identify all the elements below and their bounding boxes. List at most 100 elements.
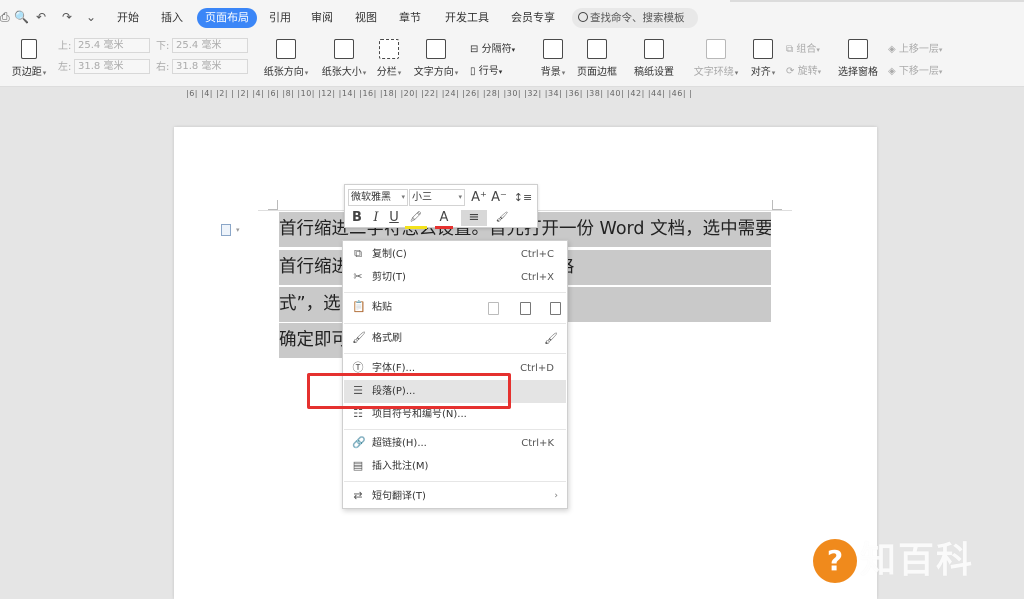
line-numbers-icon: ▯ [470, 66, 476, 77]
menu-item-copy[interactable]: ⧉ 复制(C) Ctrl+C [344, 243, 566, 266]
margin-left-input[interactable]: 31.8 毫米 [74, 59, 150, 74]
group-button[interactable]: ⧉ 组合▾ [786, 40, 820, 55]
grow-font-icon[interactable]: A⁺ [471, 190, 487, 206]
margin-bottom-field[interactable]: 下: 25.4 毫米 [156, 38, 248, 54]
send-backward-button[interactable]: ◈ 下移一层▾ [888, 62, 942, 77]
bring-forward-icon: ◈ [888, 44, 896, 55]
print-preview-icon[interactable]: 🔍 [14, 9, 29, 25]
bold-icon[interactable]: B [349, 210, 365, 226]
redo-icon[interactable]: ↷ [62, 9, 72, 25]
italic-icon[interactable]: I [369, 210, 383, 226]
breaks-icon: ⊟ [470, 44, 479, 55]
document-text-line[interactable]: 确定即可 [279, 323, 343, 358]
tab-home[interactable]: 开始 [112, 8, 144, 28]
font-family-select[interactable]: 微软雅黑 ▾ [348, 189, 408, 206]
underline-icon[interactable]: U [387, 210, 401, 226]
menu-item-label: 粘贴 [372, 302, 392, 313]
orientation-button[interactable]: 纸张方向▾ [259, 39, 313, 78]
tab-page-layout[interactable]: 页面布局 [197, 8, 257, 28]
bring-forward-label: 上移一层 [898, 44, 939, 55]
margin-corner-mark [268, 200, 278, 210]
align-text-icon[interactable]: ≡ [461, 210, 487, 226]
margin-left-field[interactable]: 左: 31.8 毫米 [58, 59, 150, 75]
margins-label: 页边距 [11, 67, 42, 78]
tab-references[interactable]: 引用 [264, 8, 296, 28]
format-painter-icon[interactable]: 🖌 [493, 210, 511, 226]
menu-item-format-painter[interactable]: 🖌 格式刷 🖌 [344, 327, 566, 350]
margin-right-input[interactable]: 31.8 毫米 [172, 59, 248, 74]
line-spacing-icon[interactable]: ↕≡ [511, 190, 535, 206]
align-icon [753, 39, 773, 59]
margin-top-input[interactable]: 25.4 毫米 [74, 38, 150, 53]
tab-member[interactable]: 会员专享 [506, 8, 560, 28]
shrink-font-icon[interactable]: A⁻ [491, 190, 507, 206]
align-label: 对齐 [750, 67, 771, 78]
font-color-icon[interactable]: A [435, 210, 453, 229]
hyperlink-icon: 🔗 [352, 436, 366, 449]
margin-bottom-input[interactable]: 25.4 毫米 [172, 38, 248, 53]
rotate-label: 旋转 [797, 66, 818, 77]
chevron-down-icon: ▾ [362, 69, 367, 77]
undo-icon[interactable]: ↶ [36, 9, 46, 25]
page-border-icon [587, 39, 607, 59]
tab-sections[interactable]: 章节 [394, 8, 426, 28]
text-direction-button[interactable]: 文字方向▾ [410, 39, 462, 78]
paper-size-button[interactable]: 纸张大小▾ [317, 39, 371, 78]
text-direction-icon [426, 39, 446, 59]
tab-view[interactable]: 视图 [350, 8, 382, 28]
menu-item-label: 格式刷 [372, 333, 402, 344]
orientation-icon [276, 39, 296, 59]
selection-pane-button[interactable]: 选择窗格 [836, 39, 880, 78]
background-button[interactable]: 背景▾ [537, 39, 569, 78]
menu-separator [344, 323, 566, 324]
paste-merge-format-icon[interactable] [520, 302, 531, 315]
bring-forward-button[interactable]: ◈ 上移一层▾ [888, 40, 942, 55]
paragraph-layout-icon[interactable] [221, 224, 231, 236]
chevron-down-icon: ▾ [938, 46, 943, 54]
manuscript-settings-button[interactable]: 稿纸设置 [632, 39, 676, 78]
menu-item-label: 剪切(T) [372, 272, 406, 283]
menu-item-paste[interactable]: 📋 粘贴 [344, 296, 566, 319]
tab-review[interactable]: 审阅 [306, 8, 338, 28]
menu-item-translate[interactable]: ⇄ 短句翻译(T) › [344, 485, 566, 508]
chevron-down-icon: ▾ [401, 193, 405, 201]
chevron-down-icon[interactable]: ▾ [236, 226, 240, 234]
text-wrap-label: 文字环绕 [693, 67, 734, 78]
font-size-select[interactable]: 小三 ▾ [409, 189, 465, 206]
menu-item-hyperlink[interactable]: 🔗 超链接(H)... Ctrl+K [344, 432, 566, 455]
paste-text-only-icon[interactable] [550, 302, 561, 315]
columns-icon [379, 39, 399, 59]
send-backward-label: 下移一层 [898, 66, 939, 77]
customize-quick-access-icon[interactable]: ⌄ [86, 9, 96, 25]
text-wrap-button[interactable]: 文字环绕▾ [690, 39, 742, 78]
margin-right-field[interactable]: 右: 31.8 毫米 [156, 59, 248, 75]
chevron-down-icon: ▾ [42, 69, 47, 77]
breaks-label: 分隔符 [481, 44, 512, 55]
align-button[interactable]: 对齐▾ [748, 39, 778, 78]
columns-button[interactable]: 分栏▾ [373, 39, 405, 78]
format-painter-icon[interactable]: 🖌 [544, 327, 558, 350]
menu-item-shortcut: Ctrl+K [521, 438, 554, 449]
tab-insert[interactable]: 插入 [156, 8, 188, 28]
menu-item-cut[interactable]: ✂ 剪切(T) Ctrl+X [344, 266, 566, 289]
horizontal-ruler[interactable]: |6| |4| |2| | |2| |4| |6| |8| |10| |12| … [0, 88, 1024, 102]
breaks-button[interactable]: ⊟ 分隔符▾ [470, 40, 515, 55]
text-direction-label: 文字方向 [413, 67, 454, 78]
text-wrap-icon [706, 39, 726, 59]
menu-item-label: 插入批注(M) [372, 461, 429, 472]
paste-keep-format-icon[interactable] [488, 302, 499, 315]
margins-button[interactable]: 页边距▾ [8, 39, 50, 78]
highlight-icon[interactable]: 🖍 [405, 210, 427, 229]
page-border-button[interactable]: 页面边框 [575, 39, 619, 78]
menu-item-insert-comment[interactable]: ▤ 插入批注(M) [344, 455, 566, 478]
print-icon[interactable]: ⎙ [0, 9, 10, 25]
menu-item-label: 复制(C) [372, 249, 407, 260]
manuscript-settings-label: 稿纸设置 [634, 67, 674, 78]
rotate-button[interactable]: ⟳ 旋转▾ [786, 62, 821, 77]
command-search[interactable]: 查找命令、搜索模板 [572, 8, 698, 28]
margin-corner-mark [772, 200, 782, 210]
search-placeholder: 查找命令、搜索模板 [590, 12, 685, 24]
margin-top-field[interactable]: 上: 25.4 毫米 [58, 38, 150, 54]
tab-developer[interactable]: 开发工具 [440, 8, 494, 28]
line-numbers-button[interactable]: ▯ 行号▾ [470, 62, 502, 77]
